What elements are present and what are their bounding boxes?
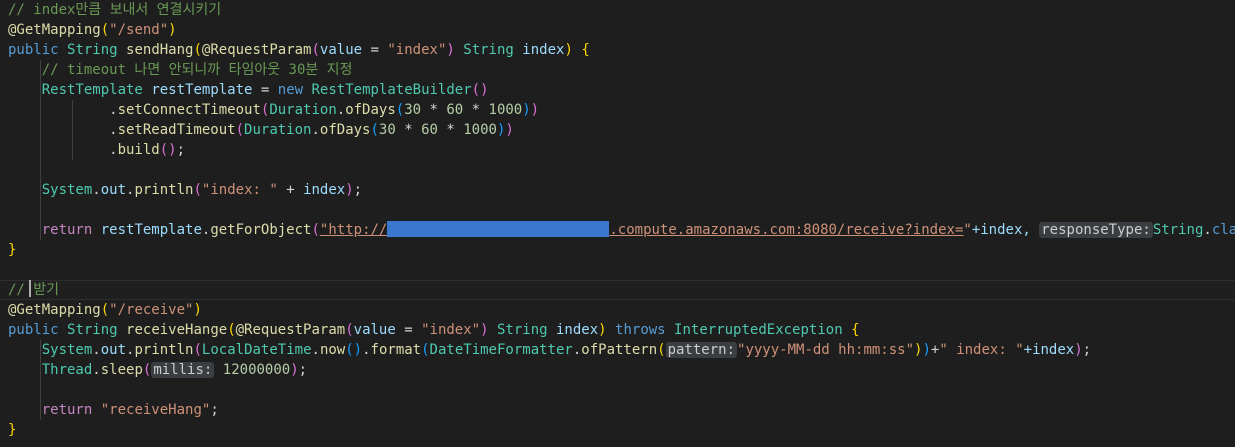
type-name: System: [41, 342, 93, 358]
method-name: sleep: [100, 362, 143, 378]
code-line-15: // 받기: [0, 280, 1235, 300]
annotation: @RequestParam: [235, 322, 346, 338]
code-line-22: }: [8, 422, 17, 438]
method-name: sendHang: [126, 42, 194, 58]
comment: // timeout 나면 안되니까 타임아웃 30분 지정: [41, 62, 353, 78]
string-literal: "index": [421, 322, 481, 338]
code-line-11: [0, 200, 1235, 220]
keyword: new: [277, 82, 304, 98]
parameter-name: value: [319, 42, 363, 58]
method-name: setReadTimeout: [117, 122, 236, 138]
type-name: DateTimeFormatter: [429, 342, 573, 358]
type-name: Duration: [244, 122, 312, 138]
type-name: String: [67, 322, 118, 338]
text-cursor: [29, 280, 32, 297]
inlay-hint: millis:: [151, 362, 215, 378]
code-line-10: System.out.println("index: " + index);: [40, 180, 363, 200]
method-name: format: [370, 342, 422, 358]
string-literal: "index": [387, 42, 447, 58]
method-name: now: [319, 342, 346, 358]
method-name: ofDays: [319, 122, 371, 138]
string-literal: "receiveHang": [100, 402, 211, 418]
variable-name: restTemplate: [151, 82, 253, 98]
code-line-19: Thread.sleep(millis: 12000000);: [40, 360, 308, 380]
method-name: ofDays: [345, 102, 396, 118]
type-name: String: [496, 322, 548, 338]
keyword: return: [41, 222, 93, 238]
code-line-9: [0, 160, 1235, 180]
code-line-18: System.out.println(LocalDateTime.now().f…: [40, 340, 1092, 360]
method-name: println: [134, 182, 194, 198]
string-literal: " index: ": [939, 342, 1024, 358]
type-name: Thread: [41, 362, 93, 378]
field-name: out: [100, 182, 127, 198]
type-name: String: [463, 42, 514, 58]
annotation: @RequestParam: [201, 42, 312, 58]
code-line-5: RestTemplate restTemplate = new RestTemp…: [40, 80, 489, 100]
code-line-21: return "receiveHang";: [40, 400, 219, 420]
parameter-name: index: [556, 322, 599, 338]
comment: // index만큼 보내서 연결시키기: [8, 2, 222, 18]
type-name: String: [1152, 222, 1204, 238]
number-literal: 12000000: [222, 362, 291, 378]
url-end[interactable]: .compute.amazonaws.com:8080/receive?inde…: [609, 222, 963, 238]
code-line-20: [0, 380, 1235, 400]
keyword: class: [1211, 222, 1235, 238]
type-name: LocalDateTime: [201, 342, 312, 358]
string-literal: "/receive": [109, 302, 194, 318]
parameter-name: index: [522, 42, 565, 58]
code-line-2: @GetMapping("/send"): [8, 22, 177, 38]
type-name: RestTemplate: [41, 82, 143, 98]
annotation: @GetMapping: [8, 302, 101, 318]
type-name: String: [67, 42, 118, 58]
method-name: setConnectTimeout: [117, 102, 261, 118]
code-line-12: return restTemplate.getForObject("http:/…: [0, 220, 1235, 240]
type-name: RestTemplateBuilder: [311, 82, 472, 98]
redacted-hostname: [387, 221, 610, 237]
variable-name: restTemplate: [100, 222, 202, 238]
variable-name: index: [303, 182, 346, 198]
method-name: getForObject: [210, 222, 312, 238]
code-line-8: .build();: [8, 140, 186, 160]
code-line-16: @GetMapping("/receive"): [8, 302, 202, 318]
keyword: return: [41, 402, 93, 418]
keyword: throws: [615, 322, 666, 338]
method-name: receiveHange: [126, 322, 228, 338]
code-editor[interactable]: // index만큼 보내서 연결시키기 @GetMapping("/send"…: [0, 0, 1235, 447]
keyword: public: [8, 322, 59, 338]
type-name: System: [41, 182, 93, 198]
string-literal: "yyyy-MM-dd hh:mm:ss": [737, 342, 915, 358]
string-literal: "/send": [109, 22, 169, 38]
method-name: build: [117, 142, 160, 158]
inlay-hint: responseType:: [1039, 222, 1153, 238]
keyword: public: [8, 42, 59, 58]
code-line-13: }: [8, 242, 17, 258]
code-line-6: .setConnectTimeout(Duration.ofDays(30 * …: [8, 100, 540, 120]
parameter-name: value: [353, 322, 396, 338]
inlay-hint: pattern:: [665, 342, 738, 358]
code-line-1: // index만큼 보내서 연결시키기: [0, 0, 1235, 20]
field-name: out: [100, 342, 127, 358]
code-line-3: public String sendHang(@RequestParam(val…: [8, 42, 590, 58]
comment: // 받기: [8, 282, 60, 298]
method-name: println: [134, 342, 194, 358]
type-name: InterruptedException: [674, 322, 843, 338]
url-start[interactable]: "http://: [320, 222, 387, 238]
annotation: @GetMapping: [8, 22, 101, 38]
type-name: Duration: [269, 102, 337, 118]
code-line-7: .setReadTimeout(Duration.ofDays(30 * 60 …: [8, 120, 514, 140]
string-literal: "index: ": [201, 182, 278, 198]
code-line-17: public String receiveHange(@RequestParam…: [8, 322, 860, 338]
code-line-4: // timeout 나면 안되니까 타임아웃 30분 지정: [0, 60, 1235, 80]
method-name: ofPattern: [581, 342, 658, 358]
